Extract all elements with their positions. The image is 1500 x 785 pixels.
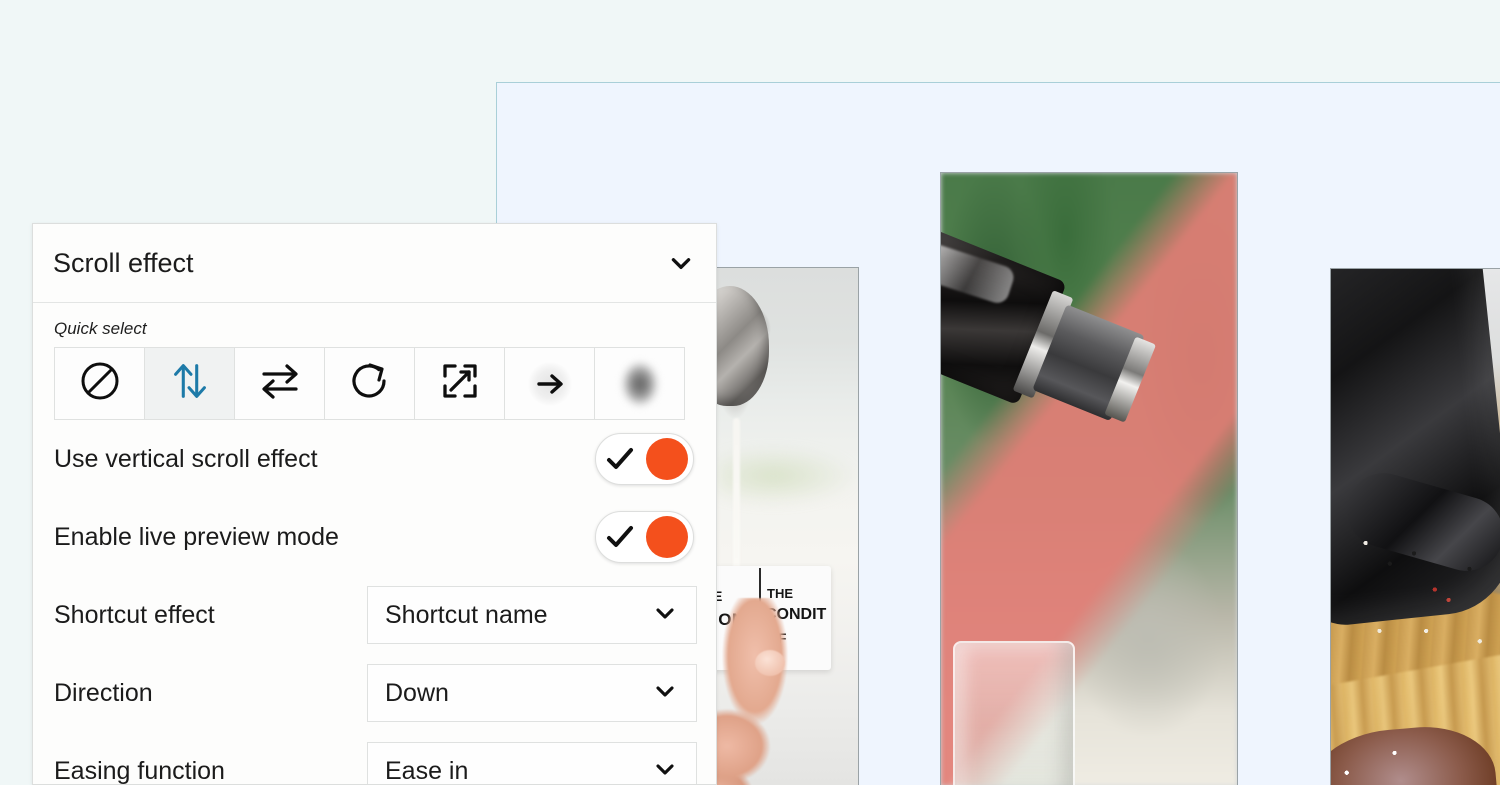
chevron-down-icon [653,601,677,630]
quick-select-toolbar [33,347,716,420]
rotate-clockwise-icon [346,357,394,410]
spoon-shape [717,286,769,406]
panel-header[interactable]: Scroll effect [33,224,716,303]
quick-select-none-button[interactable] [54,347,145,420]
easing-function-value: Ease in [385,756,469,785]
horizontal-swap-arrows-icon [256,357,304,410]
chevron-down-icon [653,757,677,785]
quick-select-rotate-button[interactable] [324,347,415,420]
toggle-switch-live-preview[interactable] [595,511,694,563]
check-icon [605,445,635,473]
vertical-arrows-icon [167,358,213,409]
chevron-down-icon[interactable] [668,250,694,276]
thumb-nail [755,650,785,676]
steak-cutting-image [1331,269,1500,785]
shortcut-effect-value: Shortcut name [385,600,548,629]
panel-title: Scroll effect [53,247,194,278]
coffee-pour-image: E ION THE CONDIT OF [717,268,858,785]
direction-select[interactable]: Down [367,664,697,722]
quick-select-vertical-scroll-button[interactable] [144,347,235,420]
expand-corners-icon [436,357,484,410]
shortcut-effect-select[interactable]: Shortcut name [367,586,697,644]
gallery-card-wine[interactable] [940,172,1238,785]
gallery-card-steak[interactable] [1330,268,1500,785]
hand-holding-mug [717,598,833,785]
quick-select-horizontal-swap-button[interactable] [234,347,325,420]
blur-blob-icon [622,362,657,405]
quick-select-blur-button[interactable] [594,347,685,420]
chevron-down-icon [653,679,677,708]
wine-pour-image [941,173,1237,785]
toggle-label-vertical-scroll: Use vertical scroll effect [54,444,318,473]
no-effect-icon [76,357,124,410]
gallery-card-coffee[interactable]: E ION THE CONDIT OF [716,267,859,785]
toggle-row-vertical-scroll: Use vertical scroll effect [33,420,716,498]
field-row-easing-function: Easing function Ease in [33,732,716,785]
field-label-easing-function: Easing function [54,756,225,785]
wine-bottle [941,220,1160,448]
toggle-knob [646,516,688,558]
field-row-direction: Direction Down [33,654,716,732]
field-label-direction: Direction [54,678,153,707]
check-icon [605,523,635,551]
quick-select-label: Quick select [54,319,147,338]
toggle-knob [646,438,688,480]
quick-select-scale-button[interactable] [414,347,505,420]
scroll-effect-panel: Scroll effect Quick select Use vertical … [32,223,717,785]
peppercorn-specks [1331,269,1500,785]
toggle-row-live-preview: Enable live preview mode [33,498,716,576]
screenshot-root: E ION THE CONDIT OF [0,0,1500,785]
toggle-switch-vertical-scroll[interactable] [595,433,694,485]
direction-value: Down [385,678,449,707]
arrow-right-glow-icon [526,360,574,408]
easing-function-select[interactable]: Ease in [367,742,697,785]
field-row-shortcut-effect: Shortcut effect Shortcut name [33,576,716,654]
toggle-label-live-preview: Enable live preview mode [54,522,339,551]
quick-select-slide-button[interactable] [504,347,595,420]
water-glass [953,641,1075,785]
field-label-shortcut-effect: Shortcut effect [54,600,215,629]
